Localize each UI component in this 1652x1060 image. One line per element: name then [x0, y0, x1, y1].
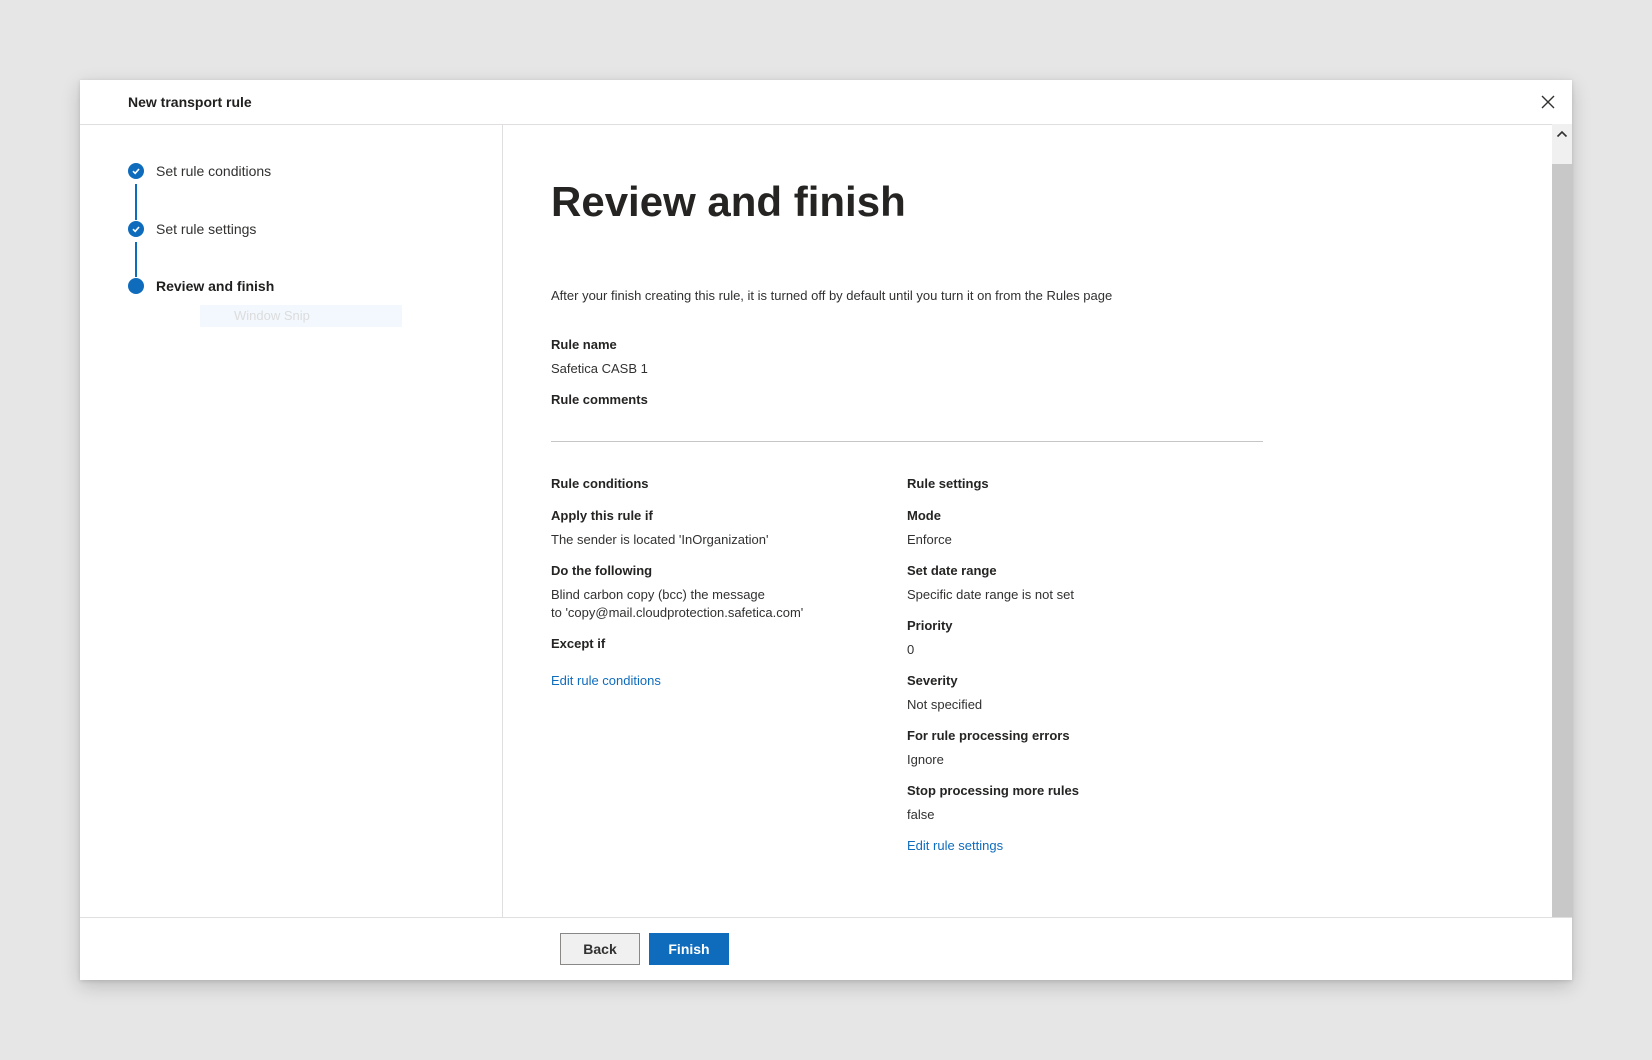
scroll-up-button[interactable]	[1552, 124, 1572, 164]
intro-text: After your finish creating this rule, it…	[551, 288, 1113, 303]
step-label: Set rule settings	[156, 221, 257, 237]
dialog-header: New transport rule	[80, 80, 1572, 125]
dialog-footer: Back Finish	[80, 917, 1572, 980]
section-divider	[551, 441, 1263, 442]
do-following-label: Do the following	[551, 563, 653, 578]
dialog-title: New transport rule	[128, 94, 252, 110]
close-icon	[1541, 95, 1555, 109]
date-range-value: Specific date range is not set	[907, 587, 1074, 602]
step-label: Review and finish	[156, 278, 275, 294]
rule-settings-heading: Rule settings	[907, 476, 989, 491]
current-step-icon	[128, 278, 144, 294]
check-icon	[128, 221, 144, 237]
do-following-value-line1: Blind carbon copy (bcc) the message	[551, 587, 765, 602]
processing-errors-value: Ignore	[907, 752, 944, 767]
step-connector	[135, 242, 137, 277]
rule-name-label: Rule name	[551, 337, 617, 352]
do-following-value-line2: to 'copy@mail.cloudprotection.safetica.c…	[551, 605, 804, 620]
date-range-label: Set date range	[907, 563, 997, 578]
close-button[interactable]	[1536, 90, 1560, 114]
back-button[interactable]: Back	[560, 933, 640, 965]
wizard-steps-pane: Set rule conditions Set rule settings Wi…	[80, 124, 503, 918]
edit-rule-conditions-link[interactable]: Edit rule conditions	[551, 673, 661, 688]
priority-value: 0	[907, 642, 915, 657]
window-snip-ghost: Window Snip	[200, 305, 402, 327]
vertical-scrollbar[interactable]	[1552, 124, 1572, 918]
step-review-and-finish[interactable]: Review and finish	[128, 278, 274, 294]
mode-label: Mode	[907, 508, 941, 523]
new-transport-rule-dialog: New transport rule Set rule conditions S…	[80, 80, 1572, 980]
step-set-rule-conditions[interactable]: Set rule conditions	[128, 163, 271, 179]
except-if-label: Except if	[551, 636, 606, 651]
apply-rule-label: Apply this rule if	[551, 508, 653, 523]
rule-name-value: Safetica CASB 1	[551, 361, 648, 376]
mode-value: Enforce	[907, 532, 952, 547]
check-icon	[128, 163, 144, 179]
review-content[interactable]: Review and finish After your finish crea…	[503, 124, 1552, 918]
rule-conditions-heading: Rule conditions	[551, 476, 649, 491]
chevron-up-icon	[1556, 130, 1568, 138]
edit-rule-settings-link[interactable]: Edit rule settings	[907, 838, 1003, 853]
stop-processing-value: false	[907, 807, 935, 822]
rule-comments-label: Rule comments	[551, 392, 648, 407]
step-connector	[135, 184, 137, 220]
step-set-rule-settings[interactable]: Set rule settings	[128, 221, 256, 237]
page-title: Review and finish	[551, 178, 906, 225]
apply-rule-value: The sender is located 'InOrganization'	[551, 532, 769, 547]
processing-errors-label: For rule processing errors	[907, 728, 1070, 743]
priority-label: Priority	[907, 618, 953, 633]
stop-processing-label: Stop processing more rules	[907, 783, 1079, 798]
severity-label: Severity	[907, 673, 958, 688]
step-label: Set rule conditions	[156, 163, 272, 179]
finish-button[interactable]: Finish	[649, 933, 729, 965]
severity-value: Not specified	[907, 697, 983, 712]
